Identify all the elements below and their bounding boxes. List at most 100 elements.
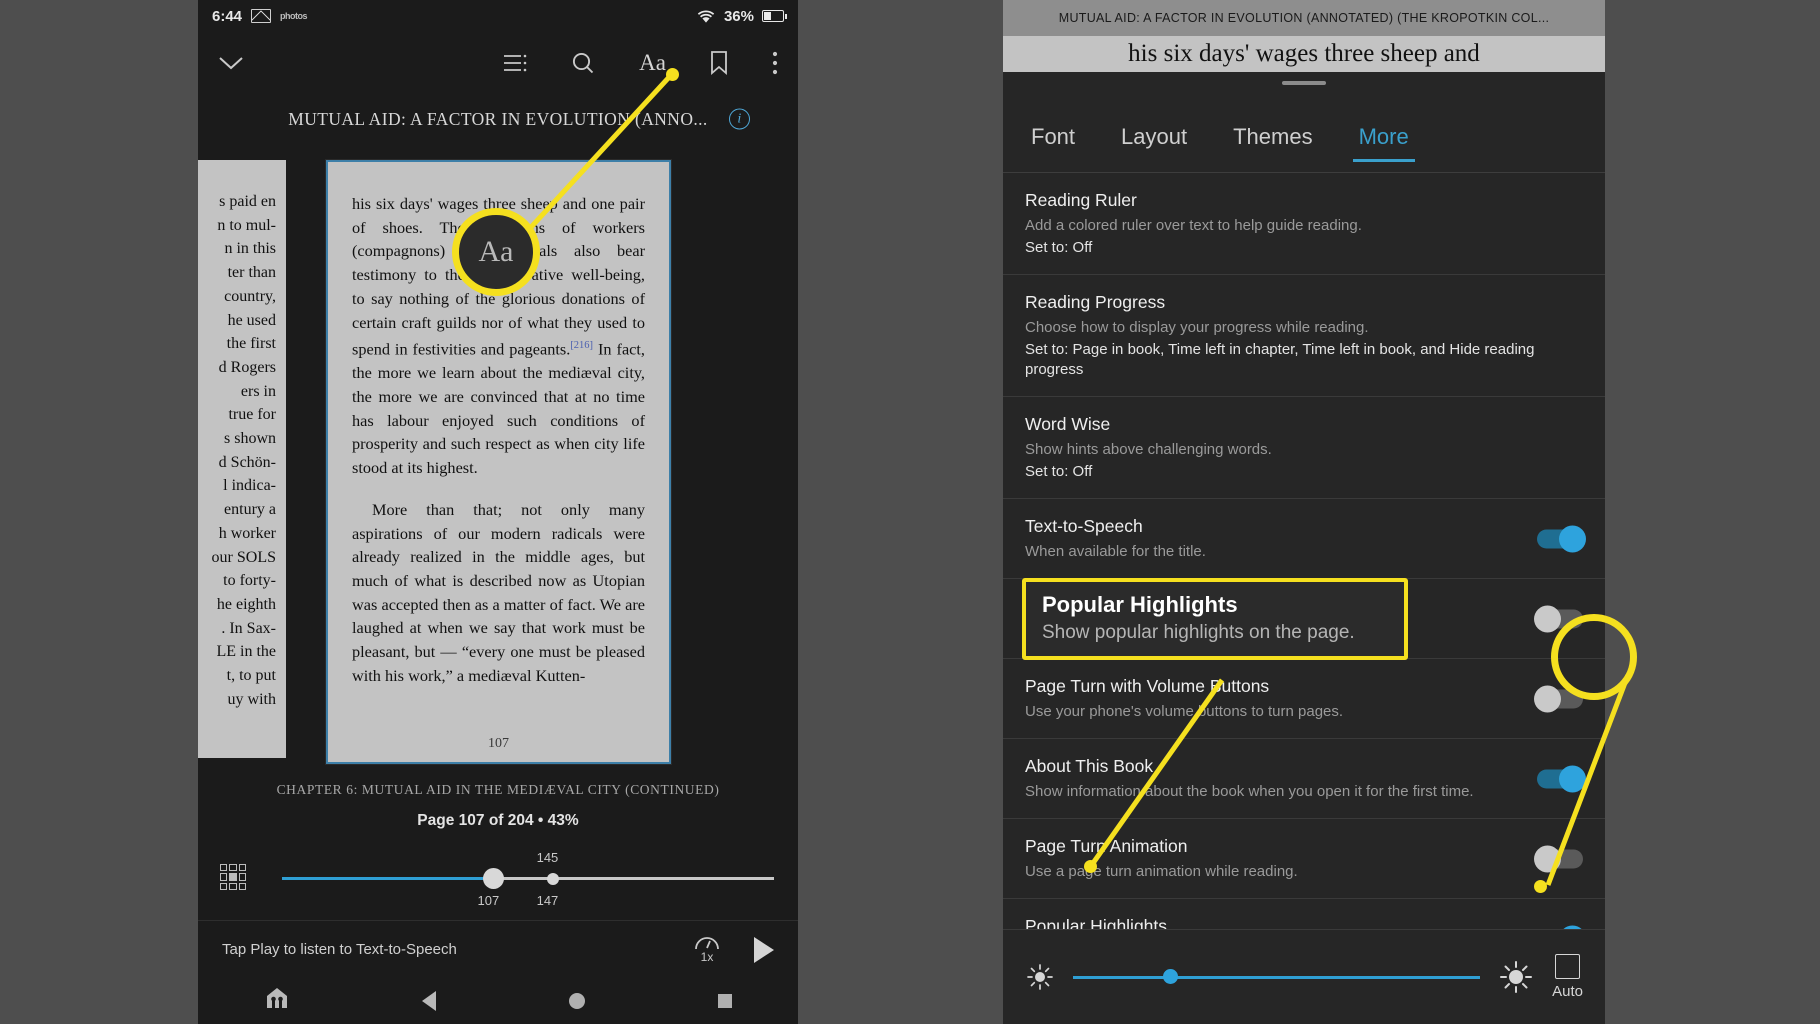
brightness-high-icon[interactable] (1498, 959, 1534, 995)
setting-title: Popular Highlights (1025, 916, 1168, 929)
footnote-ref[interactable]: [216] (570, 340, 593, 351)
setting-toggle-text-to-speech[interactable] (1537, 525, 1586, 552)
setting-reading-progress[interactable]: Reading Progress Choose how to display y… (1003, 275, 1605, 397)
settings-sheet: Font Layout Themes More Reading Ruler Ad… (1003, 72, 1605, 1024)
setting-value: Set to: Off (1025, 239, 1093, 256)
text-to-speech-bar: Tap Play to listen to Text-to-Speech 1x (198, 920, 798, 978)
setting-title: Text-to-Speech (1025, 516, 1143, 536)
setting-subtitle: Add a colored ruler over text to help gu… (1025, 217, 1362, 234)
page-slider-row: 145 107 147 (198, 850, 798, 908)
page-number: 107 (488, 736, 509, 751)
brightness-low-icon[interactable] (1025, 962, 1055, 992)
battery-charging-icon (762, 10, 787, 22)
setting-title: Word Wise (1025, 414, 1111, 434)
annotation-dot-toggle (1534, 880, 1547, 893)
back-triangle-icon[interactable] (421, 991, 436, 1011)
aa-font-icon[interactable]: Aa (639, 50, 666, 76)
callout-title: Popular Highlights (1042, 592, 1238, 617)
recents-square-icon[interactable] (717, 994, 732, 1008)
table-of-contents-icon[interactable] (503, 54, 527, 72)
setting-title: Reading Ruler (1025, 190, 1137, 210)
status-bar-time: 6:44 (212, 7, 243, 25)
reader-toolbar: Aa (198, 32, 798, 94)
previous-page-text: s paid en n to mul-n in this ter than count… (211, 193, 276, 708)
slider-marker-bottom-label: 147 (536, 893, 559, 908)
aa-annotation-badge: Aa (452, 208, 540, 296)
settings-tabs: Font Layout Themes More (1003, 110, 1605, 172)
bookmark-icon[interactable] (710, 51, 728, 75)
tab-font[interactable]: Font (1023, 118, 1083, 164)
setting-about-this-book[interactable]: About This Book Show information about t… (1003, 739, 1605, 819)
brightness-slider-track[interactable] (1073, 969, 1481, 984)
tab-themes[interactable]: Themes (1225, 118, 1320, 164)
settings-list[interactable]: Reading Ruler Add a colored ruler over t… (1003, 173, 1605, 929)
book-title-text: MUTUAL AID: A FACTOR IN EVOLUTION (ANNO.… (288, 108, 708, 129)
wifi-icon (697, 10, 715, 23)
overflow-menu-icon[interactable] (772, 51, 778, 75)
setting-title: Reading Progress (1025, 292, 1166, 312)
setting-value: Set to: Page in book, Time left in chapt… (1025, 341, 1535, 378)
chevron-down-icon[interactable] (218, 55, 244, 71)
book-title-header: MUTUAL AID: A FACTOR IN EVOLUTION (ANNO.… (198, 94, 798, 144)
page-grid-icon[interactable] (220, 864, 246, 890)
setting-value: Set to: Off (1025, 463, 1093, 480)
setting-text-to-speech[interactable]: Text-to-Speech When available for the ti… (1003, 499, 1605, 579)
setting-page-turn-volume[interactable]: Page Turn with Volume Buttons Use your p… (1003, 659, 1605, 739)
right-page-peek-text: his six days' wages three sheep and (1003, 36, 1605, 72)
page-status-label: Page 107 of 204 • 43% (417, 812, 579, 829)
home-circle-icon[interactable] (568, 993, 585, 1009)
setting-popular-highlights[interactable]: Popular Highlights Show popular highligh… (1003, 899, 1605, 929)
status-bar: 6:44 photos 36% (198, 0, 798, 32)
setting-toggle-about-this-book[interactable] (1537, 765, 1586, 792)
brightness-slider-thumb[interactable] (1162, 969, 1178, 984)
speed-gauge-icon (695, 937, 719, 950)
auto-brightness-toggle[interactable]: Auto (1552, 954, 1583, 1000)
slider-marker-top-label: 145 (536, 850, 559, 865)
page-slider-track[interactable]: 145 107 147 (282, 850, 774, 908)
tts-speed-button[interactable]: 1x (694, 935, 720, 964)
setting-subtitle: Show information about the book when you… (1025, 783, 1474, 800)
play-icon[interactable] (754, 936, 774, 963)
setting-title: About This Book (1025, 756, 1154, 776)
page-paragraph-2: More than that; not only many aspiration… (352, 499, 645, 685)
left-phone-screen: 6:44 photos 36% Aa MUTUAL AID: A FACTOR … (198, 0, 798, 1024)
callout-subtitle: Show popular highlights on the page. (1042, 622, 1355, 643)
slider-current-label: 107 (477, 893, 500, 908)
page-slider-marker[interactable] (546, 872, 559, 885)
mail-icon (251, 9, 272, 23)
setting-subtitle: Use your phone's volume buttons to turn … (1025, 703, 1344, 720)
amazon-photos-icon: photos (280, 11, 308, 21)
page-paragraph-1-tail: In fact, the more we learn about the med… (352, 339, 645, 478)
setting-reading-ruler[interactable]: Reading Ruler Add a colored ruler over t… (1003, 173, 1605, 275)
setting-subtitle: Use a page turn animation while reading. (1025, 863, 1298, 880)
android-nav-bar (198, 978, 798, 1024)
setting-toggle-page-turn-animation[interactable] (1534, 845, 1583, 872)
assistant-icon[interactable] (265, 986, 289, 1016)
checkbox-unchecked-icon[interactable] (1555, 954, 1581, 979)
brightness-bar: Auto (1003, 929, 1605, 1024)
setting-page-turn-animation[interactable]: Page Turn Animation Use a page turn anim… (1003, 819, 1605, 899)
search-icon[interactable] (571, 51, 595, 75)
chapter-label: CHAPTER 6: MUTUAL AID IN THE MEDIÆVAL CI… (276, 782, 720, 797)
battery-percent-label: 36% (723, 7, 754, 25)
tab-layout[interactable]: Layout (1113, 118, 1195, 164)
toggle-highlight-ring (1551, 614, 1637, 700)
auto-brightness-label: Auto (1552, 983, 1583, 1000)
previous-page-preview[interactable]: s paid en n to mul-n in this ter than count… (198, 160, 286, 758)
page-slider-thumb[interactable] (482, 868, 504, 889)
annotation-dot-callout (1084, 860, 1097, 873)
info-icon[interactable]: i (729, 108, 750, 130)
setting-title: Page Turn Animation (1025, 836, 1188, 856)
sheet-grabber[interactable] (1282, 81, 1326, 85)
annotation-dot-aa (666, 68, 679, 81)
tab-more[interactable]: More (1351, 118, 1417, 164)
tts-hint-label: Tap Play to listen to Text-to-Speech (222, 941, 457, 958)
setting-title: Page Turn with Volume Buttons (1025, 676, 1270, 696)
tts-speed-label: 1x (700, 950, 714, 964)
popular-highlights-callout: Popular Highlights Show popular highligh… (1022, 578, 1408, 660)
screenshot-root: 6:44 photos 36% Aa MUTUAL AID: A FACTOR … (0, 0, 1820, 1024)
page-slider-fill (282, 877, 494, 880)
right-book-title: MUTUAL AID: A FACTOR IN EVOLUTION (ANNOT… (1003, 0, 1605, 36)
setting-subtitle: Choose how to display your progress whil… (1025, 319, 1369, 336)
setting-word-wise[interactable]: Word Wise Show hints above challenging w… (1003, 397, 1605, 499)
